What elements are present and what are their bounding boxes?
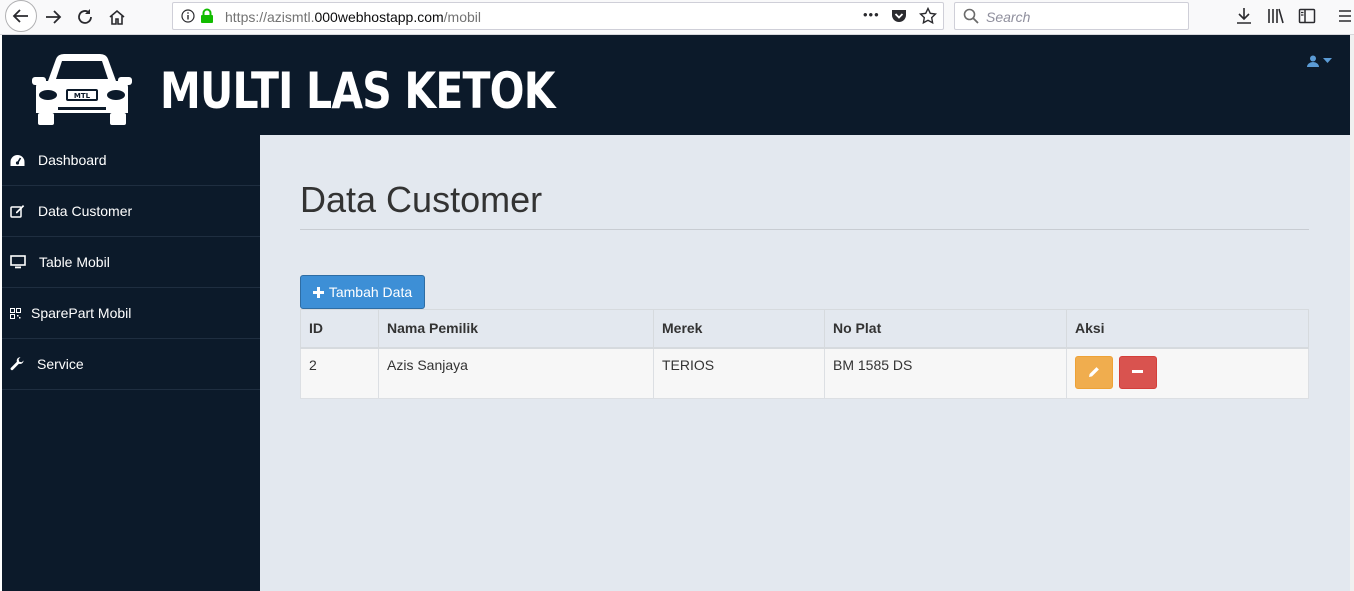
download-icon[interactable] [1235,7,1253,25]
reload-button[interactable] [70,3,100,31]
pocket-icon[interactable] [891,8,907,24]
cell-no-plat: BM 1585 DS [824,347,1067,399]
customer-table: ID Nama Pemilik Merek No Plat Aksi 2 Azi… [300,309,1309,399]
sidebar-item-table-mobil[interactable]: Table Mobil [2,237,260,288]
user-icon [1307,55,1319,67]
cell-merek: TERIOS [653,347,825,399]
lock-icon[interactable] [200,8,214,24]
table-row: 2 Azis Sanjaya TERIOS BM 1585 DS [300,347,1309,399]
monitor-icon [2,255,30,269]
info-icon[interactable] [181,9,195,23]
search-icon [963,8,979,24]
wrench-icon [2,356,30,372]
forward-arrow-icon [46,10,62,24]
brand-title: MULTI LAS KETOK [160,62,555,120]
pencil-icon [1089,367,1099,377]
caret-down-icon [1323,58,1332,63]
col-header-aksi: Aksi [1066,309,1309,349]
col-header-id[interactable]: ID [300,309,379,349]
main-content: Data Customer Tambah Data ID Nama Pemili… [260,135,1350,591]
cell-id: 2 [300,347,379,399]
bookmark-star-icon[interactable] [919,7,937,25]
cell-nama-pemilik: Azis Sanjaya [378,347,654,399]
plus-icon [312,286,324,298]
sidebar-toggle-icon[interactable] [1298,7,1316,25]
page-actions-icon[interactable]: ••• [863,7,880,22]
window-edge [1350,35,1354,591]
title-divider [300,229,1309,230]
home-button[interactable] [102,3,132,31]
reload-icon [78,9,92,24]
search-placeholder: Search [986,9,1031,25]
sidebar-item-service[interactable]: Service [2,339,260,390]
table-header-row: ID Nama Pemilik Merek No Plat Aksi [300,309,1309,349]
library-icon[interactable] [1267,7,1285,25]
user-menu-button[interactable] [1307,55,1332,67]
back-arrow-icon [12,9,28,23]
dashboard-icon [2,154,30,167]
search-bar[interactable]: Search [954,2,1189,30]
url-text: https://azismtl.000webhostapp.com/mobil [225,9,482,25]
minus-icon [1132,370,1144,373]
col-header-nama-pemilik[interactable]: Nama Pemilik [378,309,654,349]
edit-button[interactable] [1075,355,1113,389]
cell-aksi [1066,347,1309,399]
hamburger-menu-icon[interactable] [1337,8,1353,24]
col-header-merek[interactable]: Merek [653,309,825,349]
browser-toolbar: https://azismtl.000webhostapp.com/mobil … [0,0,1354,35]
delete-button[interactable] [1118,355,1157,389]
sidebar: Dashboard Data Customer Table Mobil Spar… [2,135,260,591]
sidebar-item-dashboard[interactable]: Dashboard [2,135,260,186]
address-bar[interactable]: https://azismtl.000webhostapp.com/mobil … [172,2,944,30]
add-data-button[interactable]: Tambah Data [300,275,425,309]
plate-text: MTL [74,92,91,100]
forward-button[interactable] [38,3,68,31]
col-header-no-plat[interactable]: No Plat [824,309,1067,349]
qrcode-icon [2,307,23,319]
edit-icon [2,204,30,218]
car-logo-icon: MTL [30,51,134,132]
sidebar-item-sparepart-mobil[interactable]: SparePart Mobil [2,288,260,339]
back-button[interactable] [5,0,37,32]
app-header: MTL MULTI LAS KETOK [2,35,1350,135]
sidebar-item-data-customer[interactable]: Data Customer [2,186,260,237]
home-icon [109,9,125,25]
page-title: Data Customer [300,179,543,220]
